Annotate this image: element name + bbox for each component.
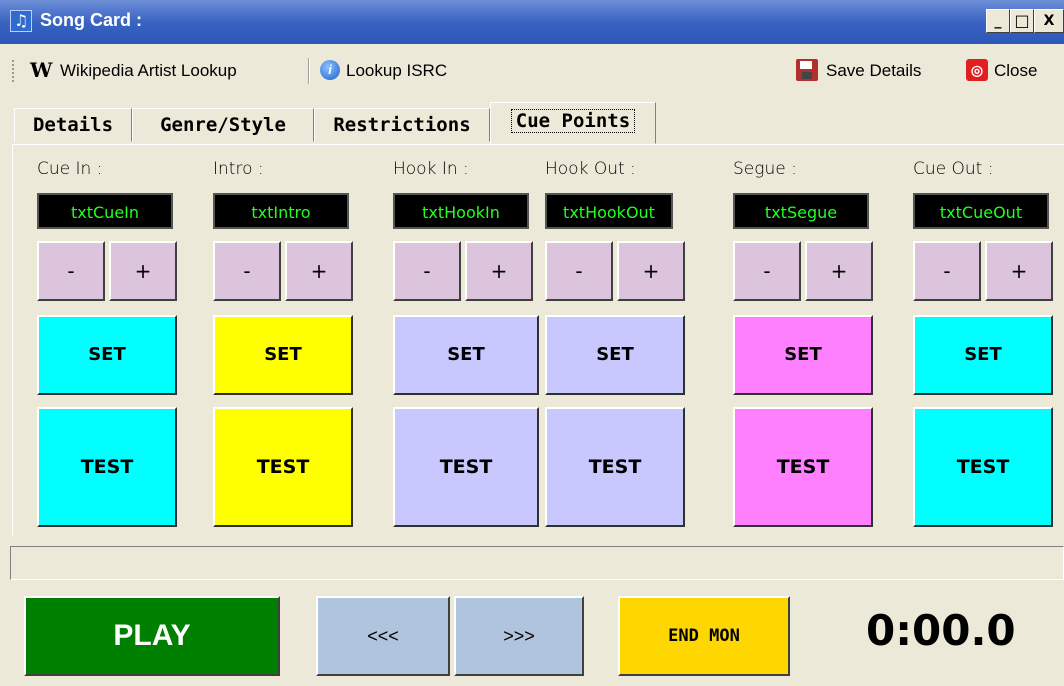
cue-in-set-button[interactable]: SET bbox=[37, 315, 177, 395]
status-bar bbox=[10, 546, 1064, 580]
hook-out-display[interactable]: txtHookOut bbox=[545, 193, 673, 229]
cue-in-plus-button[interactable]: + bbox=[109, 241, 177, 301]
floppy-disk-icon bbox=[796, 59, 818, 81]
intro-label: Intro : bbox=[213, 159, 264, 179]
music-note-icon bbox=[10, 10, 32, 32]
cue-out-plus-button[interactable]: + bbox=[985, 241, 1053, 301]
maximize-button[interactable]: □ bbox=[1010, 9, 1034, 33]
cue-out-set-button[interactable]: SET bbox=[913, 315, 1053, 395]
forward-button[interactable]: >>> bbox=[454, 596, 584, 676]
segue-display[interactable]: txtSegue bbox=[733, 193, 869, 229]
hook-in-minus-button[interactable]: - bbox=[393, 241, 461, 301]
cue-out-minus-button[interactable]: - bbox=[913, 241, 981, 301]
hook-out-minus-button[interactable]: - bbox=[545, 241, 613, 301]
save-details-label: Save Details bbox=[826, 61, 922, 80]
window-title: Song Card : bbox=[40, 10, 142, 30]
hook-out-set-button[interactable]: SET bbox=[545, 315, 685, 395]
cue-in-display[interactable]: txtCueIn bbox=[37, 193, 173, 229]
hook-in-test-button[interactable]: TEST bbox=[393, 407, 539, 527]
minimize-button[interactable]: _ bbox=[986, 9, 1010, 33]
segue-label: Segue : bbox=[733, 159, 797, 179]
segue-minus-button[interactable]: - bbox=[733, 241, 801, 301]
cue-out-test-button[interactable]: TEST bbox=[913, 407, 1053, 527]
end-mon-button[interactable]: END MON bbox=[618, 596, 790, 676]
tab-cue-points[interactable]: Cue Points bbox=[490, 102, 656, 144]
segue-test-button[interactable]: TEST bbox=[733, 407, 873, 527]
close-icon: ◎ bbox=[966, 59, 988, 81]
toolbar-grip[interactable] bbox=[12, 60, 14, 82]
play-button[interactable]: PLAY bbox=[24, 596, 280, 676]
intro-set-button[interactable]: SET bbox=[213, 315, 353, 395]
hook-out-test-button[interactable]: TEST bbox=[545, 407, 685, 527]
hook-in-label: Hook In : bbox=[393, 159, 469, 179]
tab-restrictions[interactable]: Restrictions bbox=[314, 108, 490, 142]
hook-out-plus-button[interactable]: + bbox=[617, 241, 685, 301]
toolbar-separator bbox=[308, 58, 310, 84]
rewind-button[interactable]: <<< bbox=[316, 596, 450, 676]
time-display: 0:00.0 bbox=[866, 606, 1016, 655]
hook-out-label: Hook Out : bbox=[545, 159, 636, 179]
tab-genre-style[interactable]: Genre/Style bbox=[132, 108, 314, 142]
info-icon: i bbox=[320, 60, 340, 80]
toolbar: W Wikipedia Artist Lookup i Lookup ISRC … bbox=[0, 44, 1064, 94]
cue-out-display[interactable]: txtCueOut bbox=[913, 193, 1049, 229]
lookup-isrc-label: Lookup ISRC bbox=[346, 61, 448, 80]
intro-minus-button[interactable]: - bbox=[213, 241, 281, 301]
cue-in-minus-button[interactable]: - bbox=[37, 241, 105, 301]
wikipedia-icon: W bbox=[30, 58, 53, 82]
window-close-button[interactable]: X bbox=[1034, 9, 1064, 33]
segue-plus-button[interactable]: + bbox=[805, 241, 873, 301]
transport-bar: PLAY <<< >>> END MON 0:00.0 bbox=[0, 586, 1064, 686]
title-bar: Song Card : _ □ X bbox=[0, 0, 1064, 44]
wikipedia-lookup-label: Wikipedia Artist Lookup bbox=[60, 61, 237, 80]
intro-plus-button[interactable]: + bbox=[285, 241, 353, 301]
cue-in-test-button[interactable]: TEST bbox=[37, 407, 177, 527]
cue-in-label: Cue In : bbox=[37, 159, 103, 179]
cue-points-panel: Cue In : txtCueIn - + SET TEST Intro : t… bbox=[12, 144, 1064, 536]
segue-set-button[interactable]: SET bbox=[733, 315, 873, 395]
hook-in-set-button[interactable]: SET bbox=[393, 315, 539, 395]
tab-details[interactable]: Details bbox=[14, 108, 132, 142]
cue-out-label: Cue Out : bbox=[913, 159, 994, 179]
hook-in-display[interactable]: txtHookIn bbox=[393, 193, 529, 229]
intro-display[interactable]: txtIntro bbox=[213, 193, 349, 229]
tab-strip: Details Genre/Style Restrictions Cue Poi… bbox=[0, 94, 1064, 144]
hook-in-plus-button[interactable]: + bbox=[465, 241, 533, 301]
close-label: Close bbox=[994, 61, 1038, 80]
intro-test-button[interactable]: TEST bbox=[213, 407, 353, 527]
